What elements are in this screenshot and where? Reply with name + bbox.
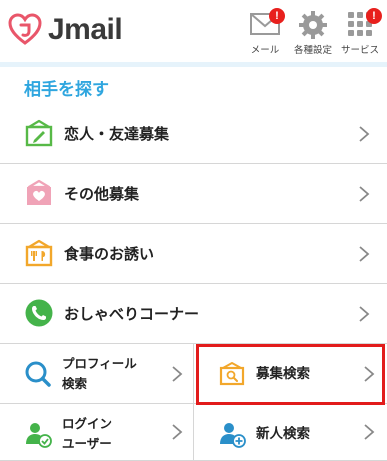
- menu-item-chat-corner[interactable]: おしゃべりコーナー: [0, 284, 387, 344]
- chevron-right-icon: [170, 424, 184, 440]
- chevron-right-icon: [170, 366, 184, 382]
- phone-icon: [25, 299, 53, 327]
- services-button[interactable]: ! サービス: [336, 8, 384, 56]
- profile-search-button[interactable]: プロフィール 検索: [0, 344, 193, 404]
- user-plus-icon: [220, 423, 246, 448]
- heart-logo-icon: [8, 13, 42, 45]
- gear-icon: [299, 11, 327, 39]
- services-label: サービス: [340, 45, 379, 56]
- grid-item-label-line1: 新人検索: [256, 426, 310, 442]
- section-title: 相手を探す: [24, 80, 109, 100]
- board-food-icon: [25, 239, 53, 267]
- mail-button[interactable]: ! メール: [241, 8, 289, 56]
- menu-item-partner-recruit[interactable]: 恋人・友達募集: [0, 104, 387, 164]
- app-logo[interactable]: Jmail: [8, 8, 123, 52]
- chevron-right-icon: [362, 366, 376, 382]
- recruit-search-button[interactable]: 募集検索: [194, 344, 387, 404]
- board-search-icon: [219, 362, 245, 386]
- chevron-right-icon: [357, 306, 371, 322]
- board-heart-icon: [27, 179, 51, 205]
- menu-item-label: 食事のお誘い: [64, 245, 155, 263]
- grid-divider: [193, 343, 194, 461]
- chevron-right-icon: [362, 424, 376, 440]
- mail-badge: !: [269, 8, 285, 24]
- app-header: Jmail ! メール 各種設定 ! サービス: [0, 0, 387, 62]
- login-users-button[interactable]: ログイン ユーザー: [0, 404, 193, 461]
- user-check-icon: [26, 423, 52, 448]
- board-pencil-icon: [25, 119, 53, 147]
- grid-item-label-line1: 募集検索: [256, 366, 310, 382]
- grid-item-label-line2: ユーザー: [62, 436, 112, 451]
- grid-item-label-line1: プロフィール: [62, 356, 137, 371]
- section-header: 相手を探す: [0, 62, 387, 106]
- menu-item-label: その他募集: [64, 185, 140, 203]
- grid-item-label-line1: ログイン: [62, 416, 113, 431]
- magnifier-icon: [25, 361, 51, 387]
- new-users-search-button[interactable]: 新人検索: [194, 404, 387, 461]
- logo-text: Jmail: [48, 13, 123, 46]
- chevron-right-icon: [357, 126, 371, 142]
- grid-item-label-line2: 検索: [62, 376, 88, 391]
- menu-item-label: 恋人・友達募集: [64, 125, 170, 143]
- chevron-right-icon: [357, 186, 371, 202]
- menu-item-other-recruit[interactable]: その他募集: [0, 164, 387, 224]
- services-badge: !: [366, 8, 382, 24]
- menu-item-label: おしゃべりコーナー: [64, 305, 200, 323]
- menu-item-meal-invite[interactable]: 食事のお誘い: [0, 224, 387, 284]
- chevron-right-icon: [357, 246, 371, 262]
